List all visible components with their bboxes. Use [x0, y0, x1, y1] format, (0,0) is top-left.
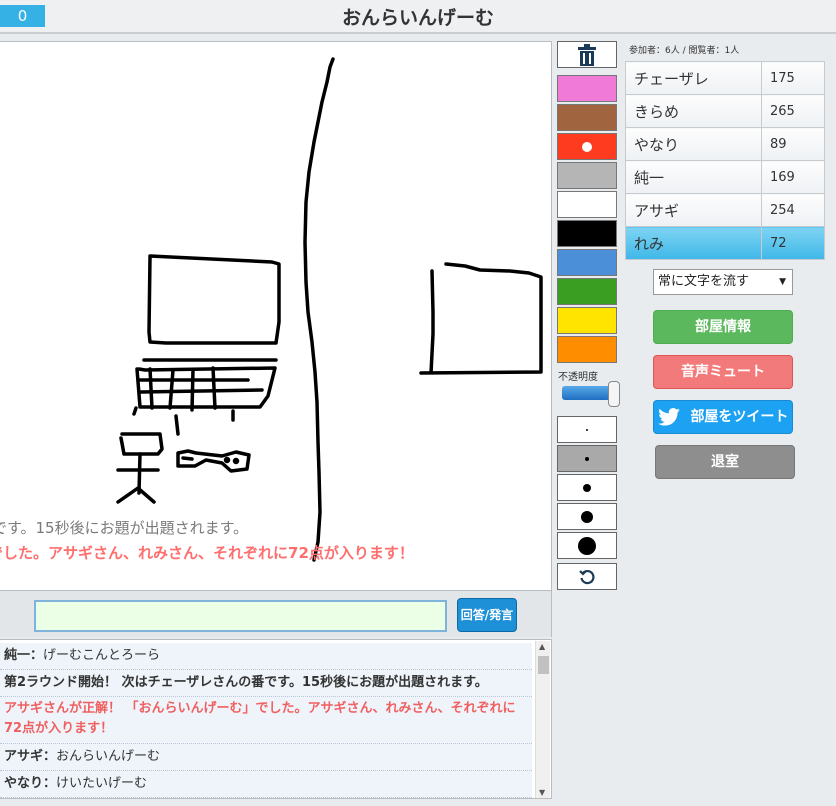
overlay-message-correct: でした。アサギさん、れみさん、それぞれに72点が入ります！ [0, 544, 414, 562]
chat-author: アサギ [4, 749, 44, 764]
player-name: 純一 [625, 160, 762, 194]
selected-color-indicator [582, 142, 592, 152]
player-score: 169 [761, 160, 825, 194]
color-swatch[interactable] [557, 75, 617, 102]
color-swatch[interactable] [557, 191, 617, 218]
player-score: 175 [761, 61, 825, 95]
brush-size-dot-icon [585, 456, 589, 461]
player-score: 72 [761, 226, 825, 260]
color-swatch[interactable] [557, 220, 617, 247]
player-name: きらめ [625, 94, 762, 128]
brush-size-dot-icon [578, 536, 596, 555]
chat-separator: ： [30, 648, 44, 663]
scroll-down-arrow-icon[interactable]: ▼ [539, 788, 545, 797]
player-score: 265 [761, 94, 825, 128]
trash-icon [578, 43, 596, 66]
answer-bar: 回答/発言 [0, 591, 552, 637]
drawing-canvas[interactable]: です。15秒後にお題が出題されます。 でした。アサギさん、れみさん、それぞれに7… [0, 41, 552, 591]
scoreboard: チェーザレ 175 きらめ 265 やなり 89 純一 169 アサギ 254 れみ 72 [625, 61, 825, 260]
player-row: きらめ 265 [625, 94, 825, 128]
color-swatch[interactable] [557, 278, 617, 305]
color-swatch[interactable] [557, 104, 617, 131]
mute-button[interactable]: 音声ミュート [653, 355, 793, 389]
player-row: チェーザレ 175 [625, 61, 825, 95]
color-swatch[interactable] [557, 133, 617, 160]
chevron-down-icon: ▼ [779, 277, 786, 287]
twitter-bird-icon [657, 408, 680, 426]
player-row: 純一 169 [625, 160, 825, 194]
opacity-slider[interactable] [562, 386, 610, 400]
undo-button[interactable] [557, 563, 617, 590]
player-name: れみ [625, 226, 762, 260]
chat-scrollbar[interactable]: ▲ ▼ [535, 641, 550, 798]
text-flow-select[interactable]: 常に文字を流す ▼ [653, 269, 793, 295]
brush-size-button[interactable] [557, 416, 617, 443]
chat-author: 純一 [4, 648, 31, 663]
answer-input[interactable] [34, 600, 447, 632]
color-swatch[interactable] [557, 336, 617, 363]
player-score: 254 [761, 193, 825, 227]
player-row: れみ 72 [625, 226, 825, 260]
tweet-button-label: 部屋をツイート [690, 409, 789, 425]
chat-text: げーむこんとろーら [43, 648, 161, 663]
color-swatch[interactable] [557, 249, 617, 276]
undo-icon [579, 569, 595, 584]
opacity-slider-handle[interactable] [608, 381, 620, 407]
participant-count: 参加者：6人 / 閲覧者：1人 [629, 46, 740, 56]
chat-message: アサギ：おんらいんげーむ [0, 744, 532, 771]
chat-log[interactable]: 純一：げーむこんとろーら 第2ラウンド開始！ 次はチェーザレさんの番です。15秒後… [0, 639, 552, 799]
top-bar: 0 おんらいんげーむ [0, 0, 836, 34]
chat-message: やなり：けいたいげーむ [0, 771, 532, 798]
clear-canvas-button[interactable] [557, 41, 617, 68]
player-name: アサギ [625, 193, 762, 227]
color-swatch[interactable] [557, 307, 617, 334]
color-swatch[interactable] [557, 162, 617, 189]
chat-separator: ： [43, 776, 57, 791]
chat-text: 第2ラウンド開始！ 次はチェーザレさんの番です。15秒後にお題が出題されます。 [4, 675, 488, 690]
overlay-message-info: です。15秒後にお題が出題されます。 [0, 519, 249, 537]
chat-message: 純一：げーむこんとろーら [0, 643, 532, 670]
scrollbar-thumb[interactable] [538, 656, 549, 674]
brush-size-button[interactable] [557, 532, 617, 559]
drawing-strokes [116, 57, 543, 562]
brush-size-dot-icon [583, 483, 591, 492]
player-name: やなり [625, 127, 762, 161]
brush-size-button[interactable] [557, 503, 617, 530]
brush-size-dot-icon [586, 428, 588, 431]
chat-author: やなり [4, 776, 44, 791]
chat-separator: ： [43, 749, 57, 764]
player-name: チェーザレ [625, 61, 762, 95]
answer-submit-button[interactable]: 回答/発言 [457, 598, 517, 632]
player-row: やなり 89 [625, 127, 825, 161]
brush-size-button[interactable] [557, 474, 617, 501]
chat-text: けいたいげーむ [56, 776, 148, 791]
text-flow-select-value: 常に文字を流す [658, 274, 750, 289]
brush-size-button[interactable] [557, 445, 617, 472]
player-row: アサギ 254 [625, 193, 825, 227]
opacity-label: 不透明度 [558, 372, 598, 383]
chat-message: アサギさんが正解！ 「おんらいんげーむ」でした。アサギさん、れみさん、それぞれに… [0, 697, 532, 744]
scroll-up-arrow-icon[interactable]: ▲ [539, 642, 545, 651]
chat-message: 第2ラウンド開始！ 次はチェーザレさんの番です。15秒後にお題が出題されます。 [0, 670, 532, 697]
chat-text: アサギさんが正解！ 「おんらいんげーむ」でした。アサギさん、れみさん、それぞれに… [4, 701, 516, 736]
tweet-button[interactable]: 部屋をツイート [653, 400, 793, 434]
player-score: 89 [761, 127, 825, 161]
chat-text: おんらいんげーむ [56, 749, 161, 764]
room-info-button[interactable]: 部屋情報 [653, 310, 793, 344]
page-title: おんらいんげーむ [341, 7, 494, 29]
exit-button[interactable]: 退室 [655, 445, 795, 479]
brush-size-dot-icon [581, 510, 593, 523]
